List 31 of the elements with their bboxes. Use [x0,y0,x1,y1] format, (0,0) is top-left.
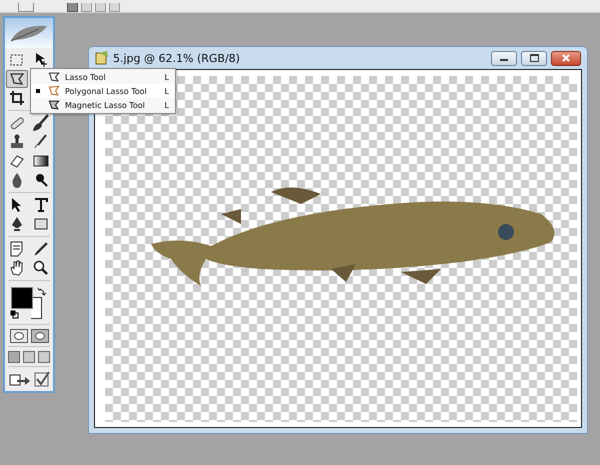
background-color-swatch[interactable] [31,297,42,319]
quick-mask-icon[interactable] [30,329,48,343]
eyedropper-tool-icon [32,240,50,258]
crop-tool-icon [8,89,26,107]
checkmark-icon[interactable] [34,371,50,387]
current-tool-bullet-icon [36,89,40,93]
stamp-tool-icon [8,133,26,151]
zoom-tool-icon [32,259,50,277]
close-button[interactable] [551,50,581,66]
flyout-menu-item[interactable]: Magnetic Lasso Tool L [31,98,175,112]
window-title: 5.jpg @ 62.1% (RGB/8) [113,52,240,64]
close-icon [561,54,571,62]
brush-tool-icon [32,114,50,132]
default-colors-icon[interactable] [10,310,19,319]
flyout-menu-item[interactable]: Polygonal Lasso Tool L [31,84,175,98]
standard-mode-icon[interactable] [10,329,28,343]
foreground-color-swatch[interactable] [11,287,33,309]
feather-logo-icon [5,18,53,48]
type-tool-icon [32,196,50,214]
flyout-menu-item[interactable]: Lasso Tool L [31,70,175,84]
screen-mode-icon[interactable] [8,351,20,363]
swap-arrows-icon[interactable] [37,287,47,297]
screen-mode-icon[interactable] [38,351,50,363]
minimize-button[interactable] [491,50,517,66]
brush-tool-button[interactable] [30,114,52,132]
minimize-icon [500,59,508,61]
maximize-icon [530,54,538,62]
lasso-tool-button[interactable] [6,70,28,88]
maximize-button[interactable] [521,50,547,66]
screen-mode-icon[interactable] [23,351,35,363]
document-icon [95,51,109,65]
